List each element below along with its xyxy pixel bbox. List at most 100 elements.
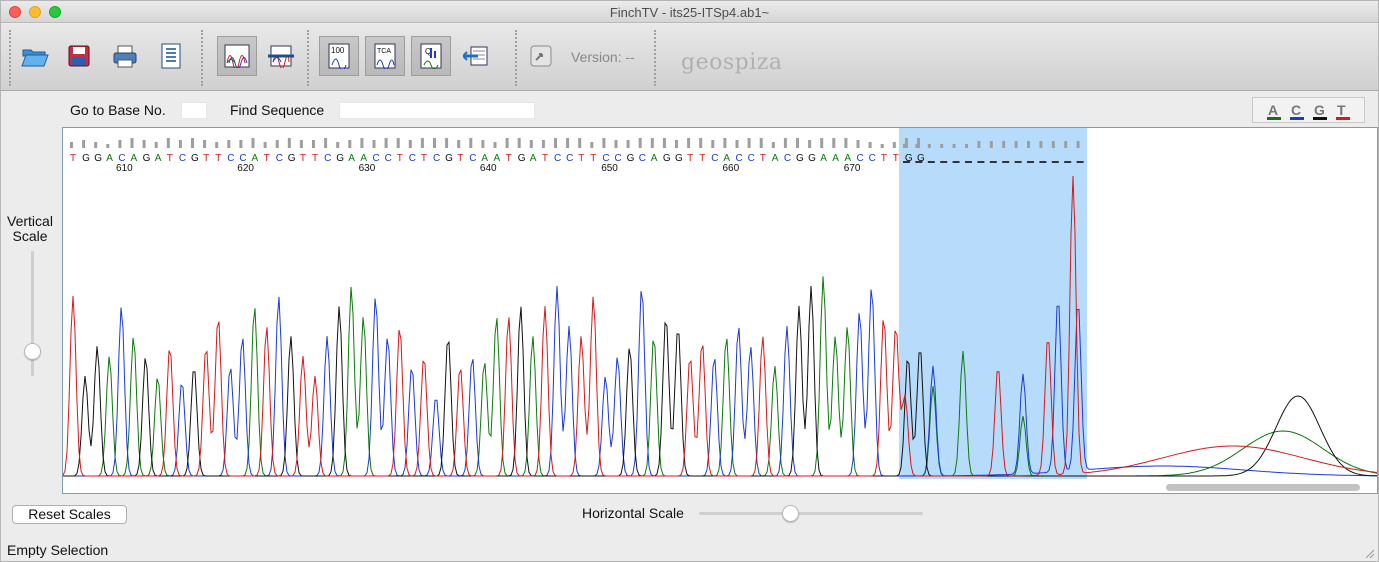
base-calls: TGGACAGATCGTTCCATCGTTCGAACCTCTCGTCAATGAT… [70, 153, 925, 164]
quality-values-button[interactable]: Q [411, 36, 451, 76]
goto-base-input[interactable] [181, 102, 207, 119]
chromatogram-panel[interactable]: TGGACAGATCGTTCCATCGTTCGAACCTCTCGTCAATGAT… [62, 127, 1378, 494]
base-call: A [530, 153, 537, 164]
export-button[interactable] [457, 36, 497, 76]
toolbar: 100 TCA Q Version: -- geospiza [1, 24, 1378, 91]
quality-bar [1002, 141, 1006, 148]
position-label: 650 [601, 163, 618, 174]
legend-letter-g[interactable]: G [1314, 102, 1325, 118]
quality-bar [940, 144, 944, 148]
svg-text:TCA: TCA [377, 48, 391, 55]
quality-bar [384, 138, 388, 148]
legend-letter-t[interactable]: T [1337, 102, 1346, 118]
quality-bar [711, 140, 715, 148]
reset-scales-button[interactable]: Reset Scales [12, 505, 127, 524]
chromatogram-svg: TGGACAGATCGTTCCATCGTTCGAACCTCTCGTCAATGAT… [63, 128, 1377, 479]
version-label: Version: -- [571, 49, 635, 65]
status-text: Empty Selection [7, 542, 109, 558]
uncalled-base [965, 161, 972, 163]
base-call: T [457, 153, 463, 164]
base-call: C [566, 153, 573, 164]
base-call: G [808, 153, 816, 164]
legend-swatch-a [1267, 117, 1281, 120]
quality-bar [675, 140, 678, 148]
update-button[interactable] [521, 36, 561, 76]
quality-bar [626, 140, 630, 148]
base-call: T [300, 153, 306, 164]
position-label: 660 [723, 163, 740, 174]
quality-bar [469, 138, 473, 148]
base-call: T [215, 153, 221, 164]
info-button[interactable] [151, 36, 191, 76]
base-call: C [784, 153, 791, 164]
quality-bar [445, 138, 449, 148]
resize-grip-icon[interactable] [1364, 548, 1374, 558]
window-title: FinchTV - its25-ITSp4.ab1~ [609, 5, 770, 20]
base-call: C [711, 153, 718, 164]
vertical-scale-slider[interactable] [24, 343, 41, 360]
base-call: T [70, 153, 76, 164]
quality-bar [880, 144, 884, 148]
print-button[interactable] [105, 36, 145, 76]
open-button[interactable] [15, 36, 55, 76]
horizontal-scale-track[interactable] [699, 512, 923, 515]
quality-bar [191, 138, 194, 148]
quality-bar [578, 138, 582, 148]
base-call: G [675, 153, 683, 164]
save-button[interactable] [59, 36, 99, 76]
quality-bar [287, 138, 291, 148]
uncalled-base [915, 161, 923, 163]
selection-highlight[interactable] [899, 128, 1087, 479]
base-call: T [687, 153, 693, 164]
tca-button[interactable]: TCA [365, 36, 405, 76]
trace-view-button[interactable] [217, 36, 257, 76]
base-call: T [578, 153, 584, 164]
quality-bar [1027, 141, 1030, 148]
quality-bar [927, 144, 931, 148]
base-call: G [336, 153, 344, 164]
find-sequence-label: Find Sequence [230, 102, 325, 118]
toolbar-separator [515, 30, 517, 86]
position-label: 670 [844, 163, 861, 174]
quality-bar [82, 140, 86, 148]
base-call: T [881, 153, 887, 164]
open-icon [21, 49, 49, 67]
position-labels: 610 620 630 640 650 660 670 [116, 163, 861, 174]
base-call: T [506, 153, 512, 164]
quality-bar [457, 140, 461, 148]
quality-bar [481, 140, 485, 148]
quality-bar [566, 138, 570, 148]
base-call: C [385, 153, 392, 164]
quality-bar [166, 138, 170, 148]
uncalled-base [1076, 161, 1084, 163]
multi-trace-icon [268, 45, 294, 68]
uncalled-base [1027, 161, 1034, 163]
trace-t [63, 175, 1377, 477]
quality-bar [118, 140, 122, 148]
toolbar-separator [307, 30, 309, 86]
legend-letter-c[interactable]: C [1291, 102, 1301, 118]
quality-bar [614, 140, 618, 148]
toolbar-separator [9, 30, 11, 86]
quality-bar [263, 142, 267, 148]
quality-bar [203, 140, 207, 148]
quality-bar [820, 138, 824, 148]
quality-bar [517, 138, 521, 148]
horizontal-scrollbar[interactable] [1166, 484, 1360, 491]
multi-trace-button[interactable] [261, 36, 301, 76]
base-call: G [143, 153, 151, 164]
print-icon [113, 45, 137, 68]
quality-bar [687, 138, 691, 148]
legend-letter-a[interactable]: A [1268, 102, 1278, 118]
horizontal-scale-slider[interactable] [782, 505, 799, 522]
quality-bar [396, 138, 400, 148]
find-sequence-input[interactable] [339, 102, 535, 119]
base-call: T [760, 153, 766, 164]
quality-bar [699, 138, 703, 148]
uncalled-base [1002, 161, 1010, 163]
quality-bar [868, 142, 872, 148]
quality-100-button[interactable]: 100 [319, 36, 359, 76]
quality-bar [915, 144, 919, 148]
quality-bar [723, 138, 727, 148]
base-call: C [433, 153, 440, 164]
